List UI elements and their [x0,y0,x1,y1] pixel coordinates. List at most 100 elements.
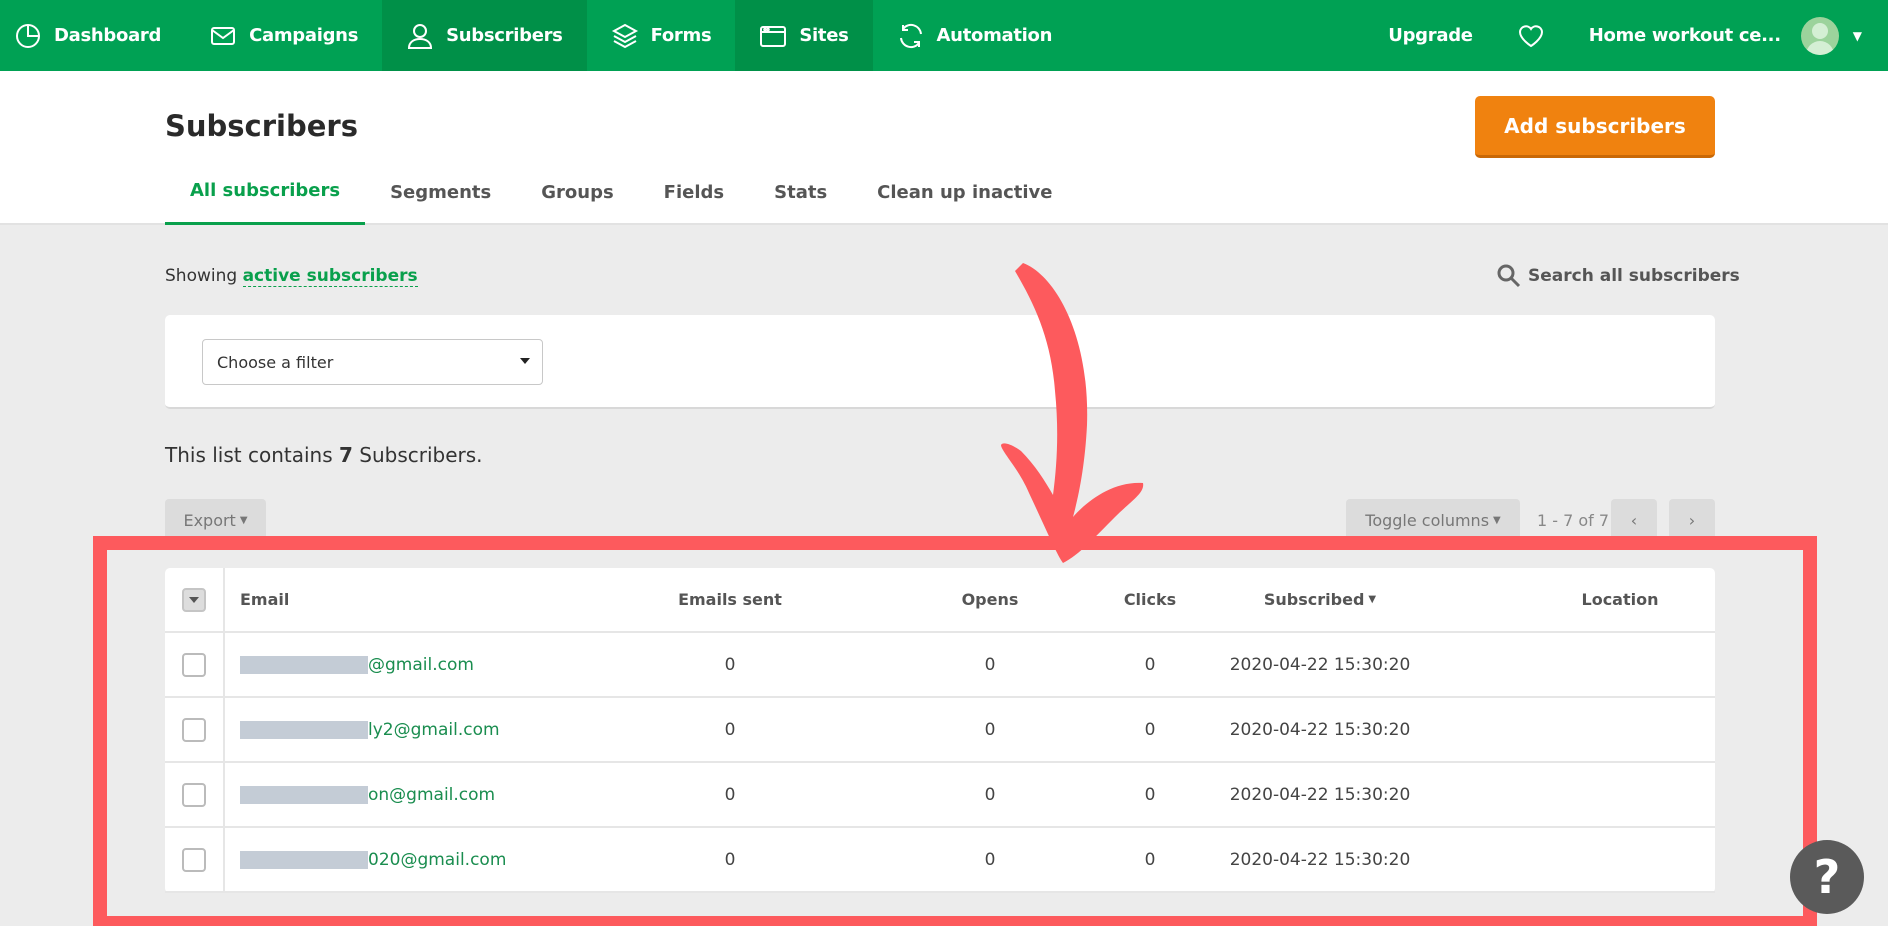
subscribers-table: Email Emails sent Opens Clicks Subscribe… [165,568,1715,893]
select-all-checkbox[interactable] [182,587,206,612]
table-row: @ gmail.com 0 0 0 2020-04-22 15:30:20 [165,633,1715,698]
user-icon [408,23,433,49]
subscriber-tabs: All subscribers Segments Groups Fields S… [165,159,1077,225]
page-title: Subscribers [165,109,358,143]
redacted-block [240,785,368,804]
subscriber-email-link[interactable]: 020@gmail.com [240,828,506,891]
emails-sent-value: 0 [724,719,736,740]
redacted-block [240,850,368,869]
tab-groups[interactable]: Groups [516,159,638,225]
toggle-columns-button[interactable]: Toggle columns ▼ [1346,499,1520,541]
row-checkbox[interactable] [182,717,206,742]
location-value [1505,828,1735,891]
nav-dashboard[interactable]: Dashboard [0,0,185,71]
subscribed-value: 2020-04-22 15:30:20 [1229,654,1411,675]
caret-down-icon: ▼ [239,514,248,526]
browser-icon [760,25,787,47]
top-navigation: Dashboard Campaigns Subscribers Forms Si… [0,0,1888,71]
col-subscribed-label: Subscribed [1263,590,1365,609]
list-count-text: This list contains 7 Subscribers. [165,443,483,467]
layers-icon [611,23,638,48]
table-header-row: Email Emails sent Opens Clicks Subscribe… [165,568,1715,633]
filter-select-value: Choose a filter [217,352,334,372]
filter-select[interactable]: Choose a filter [202,339,543,385]
location-value [1505,763,1735,826]
nav-sites[interactable]: Sites [735,0,873,71]
select-all-cell [165,568,225,631]
tab-clean-up-inactive[interactable]: Clean up inactive [852,159,1077,225]
prev-page-button[interactable]: ‹ [1611,499,1657,541]
tab-all-subscribers[interactable]: All subscribers [165,159,366,225]
sort-down-icon: ▼ [1368,594,1377,605]
filter-panel: Choose a filter [165,315,1715,409]
refresh-icon [899,23,922,48]
row-select-cell [165,698,225,761]
col-email[interactable]: Email [240,568,289,631]
email-text: 020@gmail.com [368,849,507,870]
heart-icon [1518,24,1543,47]
dashboard-icon [16,23,40,48]
next-page-button[interactable]: › [1669,499,1715,541]
nav-right: Upgrade Home workout ce... ▼ [1366,0,1888,71]
email-text: gmail.com [385,654,474,675]
table-row: 020@gmail.com 0 0 0 2020-04-22 15:30:20 [165,828,1715,893]
col-emails-sent[interactable]: Emails sent [615,568,845,631]
tab-segments[interactable]: Segments [365,159,516,225]
subscriber-email-link[interactable]: on@gmail.com [240,763,495,826]
nav-automation-label: Automation [936,25,1053,46]
nav-forms[interactable]: Forms [587,0,736,71]
export-label: Export [183,510,236,530]
help-button[interactable]: ? [1790,840,1864,914]
search-icon [1497,264,1521,288]
tab-stats[interactable]: Stats [749,159,852,225]
annotation-arrow-icon [1001,263,1144,563]
list-count-suffix: Subscribers. [359,443,483,467]
subscriber-email-link[interactable]: ly2@gmail.com [240,698,500,761]
row-checkbox[interactable] [182,782,206,807]
redacted-block [240,655,368,674]
search-all-label: Search all subscribers [1528,266,1740,286]
subscribed-value: 2020-04-22 15:30:20 [1229,784,1411,805]
row-checkbox[interactable] [182,652,206,677]
email-text: ly2@gmail.com [368,719,500,740]
emails-sent-value: 0 [724,654,736,675]
subscribed-value: 2020-04-22 15:30:20 [1229,849,1411,870]
redacted-block [240,720,368,739]
col-subscribed[interactable]: Subscribed ▼ [1205,568,1435,631]
chevron-left-icon: ‹ [1630,510,1638,530]
nav-campaigns[interactable]: Campaigns [185,0,382,71]
avatar[interactable] [1800,16,1839,55]
favorites-button[interactable] [1495,0,1567,71]
nav-subscribers-label: Subscribers [446,25,563,46]
col-location[interactable]: Location [1505,568,1735,631]
active-subscribers-link[interactable]: active subscribers [242,266,418,287]
table-row: on@gmail.com 0 0 0 2020-04-22 15:30:20 [165,763,1715,828]
mail-icon [211,26,236,45]
toggle-columns-label: Toggle columns [1365,510,1490,530]
upgrade-link[interactable]: Upgrade [1366,0,1494,71]
search-all-subscribers[interactable]: Search all subscribers [1496,263,1740,289]
list-count-prefix: This list contains [165,443,333,467]
nav-subscribers[interactable]: Subscribers [382,0,587,71]
account-caret-icon[interactable]: ▼ [1853,29,1862,43]
email-text: on@gmail.com [368,784,496,805]
showing-prefix: Showing [165,266,238,286]
row-select-cell [165,763,225,826]
account-name[interactable]: Home workout ce... [1567,0,1801,71]
subscriber-email-link[interactable]: @ gmail.com [240,633,474,696]
location-value [1505,633,1735,696]
nav-dashboard-label: Dashboard [54,25,162,46]
export-button[interactable]: Export ▼ [165,499,266,541]
table-row: ly2@gmail.com 0 0 0 2020-04-22 15:30:20 [165,698,1715,763]
list-count-number: 7 [338,443,353,467]
row-checkbox[interactable] [182,847,206,872]
chevron-right-icon: › [1688,510,1696,530]
pagination-text: 1 - 7 of 7 [1537,511,1610,530]
subscribed-value: 2020-04-22 15:30:20 [1229,719,1411,740]
tab-fields[interactable]: Fields [639,159,749,225]
caret-down-icon: ▼ [1493,514,1501,526]
chevron-down-icon [520,358,530,364]
nav-automation[interactable]: Automation [873,0,1077,71]
add-subscribers-button[interactable]: Add subscribers [1475,96,1715,158]
nav-campaigns-label: Campaigns [249,25,359,46]
